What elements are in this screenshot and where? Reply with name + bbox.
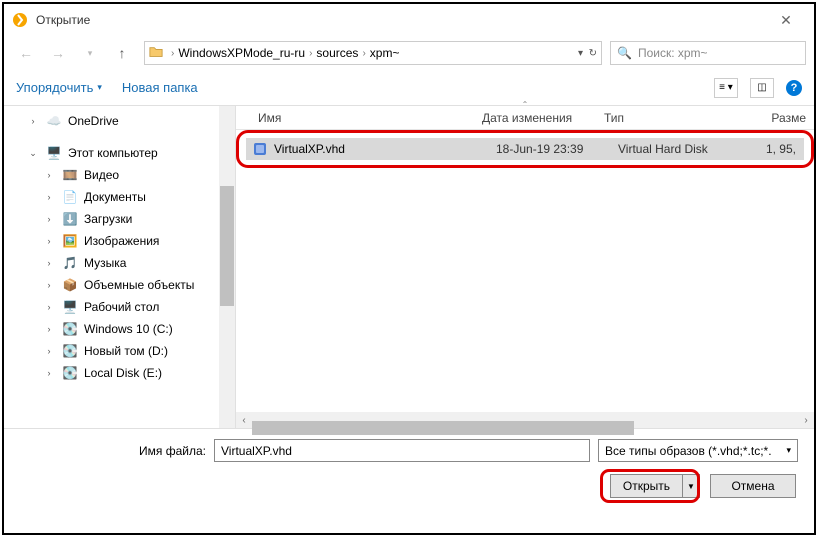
sort-indicator-icon: ⌃: [236, 100, 814, 109]
col-type[interactable]: Тип: [604, 111, 726, 125]
drive-icon: 💽: [62, 365, 78, 381]
address-bar[interactable]: › WindowsXPMode_ru-ru › sources › xpm~ ▾…: [144, 41, 602, 65]
chevron-down-icon: ▾: [97, 82, 102, 93]
footer: Имя файла: Все типы образов (*.vhd;*.tc;…: [4, 428, 814, 510]
column-headers[interactable]: ⌃ Имя Дата изменения Тип Разме: [236, 106, 814, 130]
chevron-right-icon: ›: [362, 48, 365, 59]
tree-downloads[interactable]: ›⬇️Загрузки: [4, 208, 235, 230]
close-icon[interactable]: ✕: [766, 12, 806, 29]
downloads-icon: ⬇️: [62, 211, 78, 227]
tree-thispc[interactable]: ⌄🖥️Этот компьютер: [4, 142, 235, 164]
nav-tree: ›☁️OneDrive ⌄🖥️Этот компьютер ›🎞️Видео ›…: [4, 106, 236, 428]
breadcrumb-2[interactable]: sources: [316, 46, 358, 60]
desktop-icon: 🖥️: [62, 299, 78, 315]
tree-video[interactable]: ›🎞️Видео: [4, 164, 235, 186]
app-icon: [12, 12, 28, 28]
music-icon: 🎵: [62, 255, 78, 271]
tree-drive-c[interactable]: ›💽Windows 10 (C:): [4, 318, 235, 340]
file-date: 18-Jun-19 23:39: [496, 142, 618, 156]
tree-images[interactable]: ›🖼️Изображения: [4, 230, 235, 252]
open-button[interactable]: Открыть ▼: [610, 474, 700, 498]
search-icon: 🔍: [617, 46, 632, 60]
drive-icon: 💽: [62, 321, 78, 337]
breadcrumb-3[interactable]: xpm~: [370, 46, 400, 60]
content-hscrollbar[interactable]: ‹ ›: [236, 412, 814, 428]
tree-documents[interactable]: ›📄Документы: [4, 186, 235, 208]
nav-bar: ← → ▾ ↑ › WindowsXPMode_ru-ru › sources …: [4, 36, 814, 70]
file-row-selected[interactable]: VirtualXP.vhd 18-Jun-19 23:39 Virtual Ha…: [246, 138, 804, 160]
chevron-right-icon: ›: [309, 48, 312, 59]
tree-3dobjects[interactable]: ›📦Объемные объекты: [4, 274, 235, 296]
back-button[interactable]: ←: [12, 41, 40, 65]
address-dropdown[interactable]: ▾ ↻: [578, 48, 597, 59]
vhd-icon: [252, 141, 268, 157]
tree-desktop[interactable]: ›🖥️Рабочий стол: [4, 296, 235, 318]
cloud-icon: ☁️: [46, 113, 62, 129]
scroll-left-icon[interactable]: ‹: [236, 415, 252, 426]
expand-icon[interactable]: ›: [28, 116, 38, 126]
breadcrumb-1[interactable]: WindowsXPMode_ru-ru: [178, 46, 305, 60]
cube-icon: 📦: [62, 277, 78, 293]
tree-music[interactable]: ›🎵Музыка: [4, 252, 235, 274]
images-icon: 🖼️: [62, 233, 78, 249]
tree-onedrive[interactable]: ›☁️OneDrive: [4, 110, 235, 132]
file-list: ⌃ Имя Дата изменения Тип Разме VirtualXP…: [236, 106, 814, 428]
window-title: Открытие: [36, 13, 90, 27]
tree-drive-e[interactable]: ›💽Local Disk (E:): [4, 362, 235, 384]
col-name[interactable]: Имя: [236, 111, 482, 125]
up-button[interactable]: ↑: [108, 41, 136, 65]
scroll-right-icon[interactable]: ›: [798, 415, 814, 426]
help-icon[interactable]: ?: [786, 80, 802, 96]
open-dropdown[interactable]: ▼: [683, 475, 699, 497]
preview-pane-button[interactable]: ◫: [750, 78, 774, 98]
search-input[interactable]: 🔍 Поиск: xpm~: [610, 41, 806, 65]
filename-label: Имя файла:: [20, 444, 206, 458]
forward-button[interactable]: →: [44, 41, 72, 65]
pc-icon: 🖥️: [46, 145, 62, 161]
cancel-button[interactable]: Отмена: [710, 474, 796, 498]
col-date[interactable]: Дата изменения: [482, 111, 604, 125]
folder-icon: [149, 45, 163, 62]
filetype-dropdown[interactable]: Все типы образов (*.vhd;*.tc;*. ▾: [598, 439, 798, 462]
titlebar: Открытие ✕: [4, 4, 814, 36]
col-size[interactable]: Разме: [726, 111, 814, 125]
video-icon: 🎞️: [62, 167, 78, 183]
recent-dropdown[interactable]: ▾: [76, 41, 104, 65]
file-type: Virtual Hard Disk: [618, 142, 740, 156]
chevron-right-icon: ›: [171, 48, 174, 59]
filename-input[interactable]: [214, 439, 590, 462]
sidebar-scrollbar[interactable]: [219, 106, 235, 428]
tree-drive-d[interactable]: ›💽Новый том (D:): [4, 340, 235, 362]
new-folder-button[interactable]: Новая папка: [122, 80, 198, 95]
chevron-down-icon: ▾: [786, 445, 791, 456]
file-name: VirtualXP.vhd: [274, 142, 496, 156]
file-size: 1, 95,: [740, 142, 804, 156]
search-placeholder: Поиск: xpm~: [638, 46, 708, 60]
drive-icon: 💽: [62, 343, 78, 359]
documents-icon: 📄: [62, 189, 78, 205]
view-mode-button[interactable]: ≡ ▾: [714, 78, 738, 98]
collapse-icon[interactable]: ⌄: [28, 148, 38, 159]
organize-button[interactable]: Упорядочить ▾: [16, 80, 102, 95]
